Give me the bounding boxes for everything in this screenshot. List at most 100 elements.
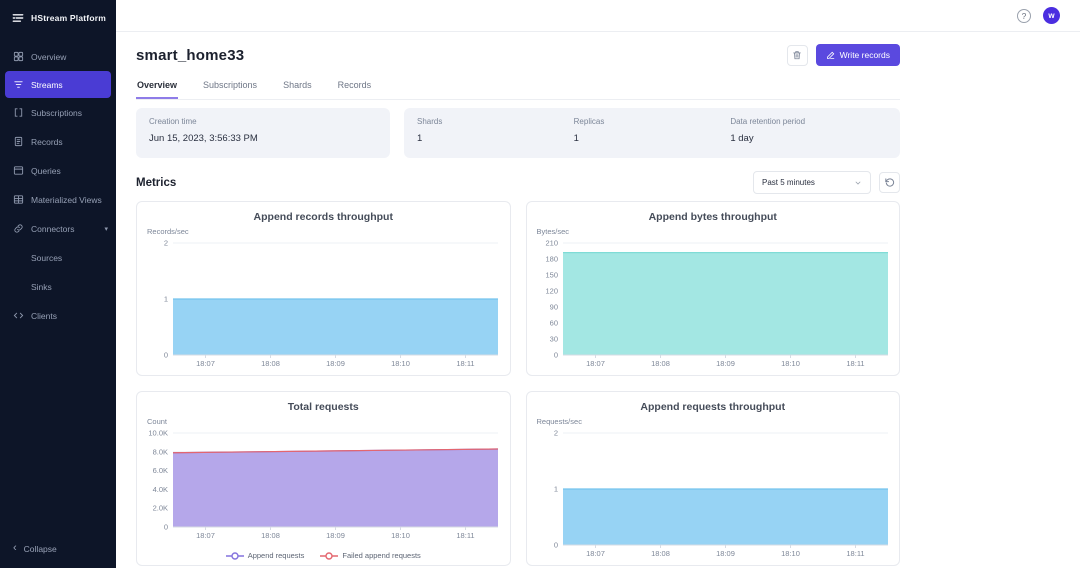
retention-field: Data retention period 1 day xyxy=(730,117,887,149)
chart-title: Append bytes throughput xyxy=(648,211,777,223)
stream-detail-page: smart_home33 Write records Overview Subs… xyxy=(116,32,900,566)
tab-overview[interactable]: Overview xyxy=(136,74,179,99)
svg-text:2: 2 xyxy=(553,430,557,438)
sidebar-item-label: Queries xyxy=(31,165,61,176)
sidebar-item-streams[interactable]: Streams xyxy=(5,71,111,98)
materialized-views-icon xyxy=(13,194,24,205)
sidebar-item-label: Materialized Views xyxy=(31,194,102,205)
app-root: HStream Platform Overview Streams Subscr… xyxy=(0,0,1080,568)
sidebar-item-label: Clients xyxy=(31,310,57,321)
subscriptions-icon xyxy=(13,107,24,118)
svg-text:18:09: 18:09 xyxy=(716,549,735,558)
svg-text:18:11: 18:11 xyxy=(846,359,864,368)
svg-text:60: 60 xyxy=(549,319,557,328)
help-icon[interactable]: ? xyxy=(1017,8,1031,23)
chevron-down-icon: ▾ xyxy=(104,225,108,233)
queries-icon xyxy=(13,165,24,176)
time-range-value: Past 5 minutes xyxy=(762,178,815,187)
tab-shards[interactable]: Shards xyxy=(282,74,313,99)
replicas-label: Replicas xyxy=(573,117,605,126)
svg-text:210: 210 xyxy=(545,240,558,248)
chart-title: Append records throughput xyxy=(253,211,393,223)
chart-card-append-bytes-throughput: Append bytes throughput Bytes/sec 0 30 60 9… xyxy=(525,201,900,376)
refresh-button[interactable] xyxy=(879,172,900,193)
svg-text:18:07: 18:07 xyxy=(586,549,605,558)
legend-item[interactable]: Append requests xyxy=(225,551,305,560)
stream-config-card: Shards 1 Replicas 1 Data retention perio… xyxy=(404,108,900,158)
stream-info: Creation time Jun 15, 2023, 3:56:33 PM S… xyxy=(136,108,900,158)
sidebar-item-clients[interactable]: Clients xyxy=(0,301,116,330)
retention-label: Data retention period xyxy=(730,117,806,126)
creation-time-label: Creation time xyxy=(149,117,197,126)
retention-value: 1 day xyxy=(730,133,754,144)
svg-text:0: 0 xyxy=(553,351,557,360)
svg-text:180: 180 xyxy=(545,255,558,264)
sidebar-item-overview[interactable]: Overview xyxy=(0,42,116,71)
svg-text:18:09: 18:09 xyxy=(326,359,345,368)
svg-text:18:10: 18:10 xyxy=(781,359,800,368)
tab-subscriptions[interactable]: Subscriptions xyxy=(202,74,258,99)
sidebar-item-queries[interactable]: Queries xyxy=(0,156,116,185)
replicas-value: 1 xyxy=(573,133,579,144)
sidebar-item-label: Streams xyxy=(31,79,63,90)
page-title: smart_home33 xyxy=(136,46,245,64)
svg-text:1: 1 xyxy=(553,485,557,494)
time-range-select[interactable]: Past 5 minutes xyxy=(753,171,871,194)
sidebar-nav: Overview Streams Subscriptions Records Q… xyxy=(0,34,116,543)
write-records-button[interactable]: Write records xyxy=(815,44,900,66)
chart-canvas: 0 1 2 18:07 18:08 18:09 18:10 18:11 xyxy=(529,429,896,563)
legend-label: Append requests xyxy=(247,551,305,560)
sidebar-item-label: Sources xyxy=(31,252,63,263)
chart-title: Append requests throughput xyxy=(640,401,786,413)
sidebar-item-connectors[interactable]: Connectors ▾ xyxy=(0,214,116,243)
y-axis-label: Bytes/sec xyxy=(536,227,570,236)
write-icon xyxy=(826,51,834,59)
svg-text:18:09: 18:09 xyxy=(716,359,735,368)
sidebar: HStream Platform Overview Streams Subscr… xyxy=(0,0,116,568)
svg-text:90: 90 xyxy=(549,303,557,312)
svg-text:0: 0 xyxy=(164,523,168,532)
svg-text:120: 120 xyxy=(545,287,558,296)
legend-item[interactable]: Failed append requests xyxy=(320,551,421,560)
svg-text:10.0K: 10.0K xyxy=(148,430,168,438)
sidebar-item-subscriptions[interactable]: Subscriptions xyxy=(0,98,116,127)
clients-icon xyxy=(13,310,24,321)
refresh-icon xyxy=(885,178,895,187)
collapse-chevron-icon: ‹ xyxy=(13,542,17,554)
svg-text:18:07: 18:07 xyxy=(196,531,215,540)
chart-card-append-requests-throughput: Append requests throughput Requests/sec … xyxy=(525,391,900,566)
overview-icon xyxy=(13,51,24,62)
svg-text:18:08: 18:08 xyxy=(261,359,280,368)
chart-title: Total requests xyxy=(287,401,359,413)
creation-time-card: Creation time Jun 15, 2023, 3:56:33 PM xyxy=(136,108,390,158)
write-records-label: Write records xyxy=(839,50,890,60)
delete-stream-button[interactable] xyxy=(786,44,808,66)
app-logo: HStream Platform xyxy=(0,0,116,34)
sidebar-item-sinks[interactable]: Sinks xyxy=(0,272,116,301)
svg-text:18:11: 18:11 xyxy=(456,531,474,540)
shards-field: Shards 1 xyxy=(417,117,574,149)
chart-card-append-records-throughput: Append records throughput Records/sec 0 1… xyxy=(136,201,511,376)
shards-label: Shards xyxy=(417,117,443,126)
replicas-field: Replicas 1 xyxy=(574,117,731,149)
y-axis-label: Records/sec xyxy=(147,227,189,236)
svg-text:18:11: 18:11 xyxy=(456,359,474,368)
records-icon xyxy=(13,136,24,147)
main-area: ? w smart_home33 Write records Overview xyxy=(116,0,1080,568)
app-name: HStream Platform xyxy=(31,13,106,23)
tab-records[interactable]: Records xyxy=(337,74,373,99)
sidebar-collapse-button[interactable]: ‹ Collapse xyxy=(0,543,116,568)
sidebar-item-records[interactable]: Records xyxy=(0,127,116,156)
sidebar-item-sources[interactable]: Sources xyxy=(0,243,116,272)
avatar[interactable]: w xyxy=(1043,7,1060,24)
metrics-heading: Metrics xyxy=(136,176,177,189)
trash-icon xyxy=(793,51,801,60)
chevron-down-icon xyxy=(854,179,862,187)
sidebar-item-label: Sinks xyxy=(31,281,52,292)
sidebar-item-materialized-views[interactable]: Materialized Views xyxy=(0,185,116,214)
legend-marker-icon xyxy=(320,551,339,560)
streams-icon xyxy=(13,79,24,90)
svg-text:1: 1 xyxy=(164,295,168,304)
svg-text:18:11: 18:11 xyxy=(846,549,864,558)
collapse-label: Collapse xyxy=(23,543,57,554)
